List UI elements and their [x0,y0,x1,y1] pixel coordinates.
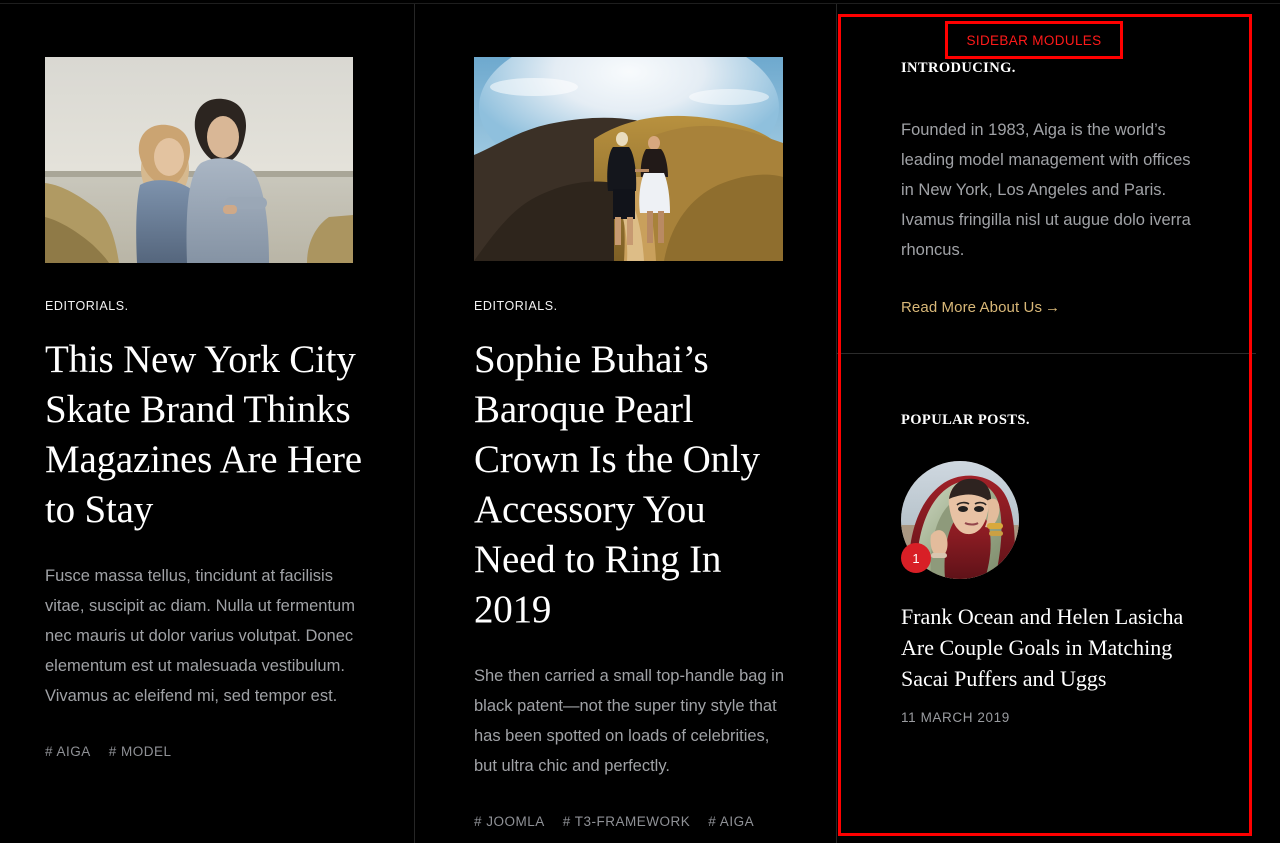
module-body-introducing: Founded in 1983, Aiga is the world’s lea… [901,121,1191,259]
read-more-about-us-link[interactable]: Read More About Us → [901,299,1060,316]
article-category-2[interactable]: EDITORIALS. [474,299,796,313]
avatar-wrap: 1 [901,461,1019,579]
popular-post-date: 11 MARCH 2019 [901,710,1010,725]
article-thumbnail-1[interactable] [45,57,353,263]
module-heading-popular-posts: POPULAR POSTS. [901,412,1030,428]
hillside-couple-photo [474,57,783,261]
article-tags-1: # AIGA # MODEL [45,744,369,759]
article-tags-2: # JOOMLA # T3-FRAMEWORK # AIGA [474,814,796,829]
tag[interactable]: # MODEL [109,744,172,759]
module-heading-introducing: INTRODUCING. [901,60,1016,76]
read-more-label: Read More About Us [901,299,1043,316]
tag[interactable]: # T3-FRAMEWORK [563,814,691,829]
lake-couple-photo [45,57,353,263]
article-column-2: EDITORIALS. Sophie Buhai’s Baroque Pearl… [414,4,836,843]
article-excerpt-2: She then carried a small top-handle bag … [474,667,785,775]
popular-post-item[interactable]: 1 Frank Ocean and Helen Lasicha Are Coup… [901,461,1192,725]
rank-badge: 1 [901,543,931,573]
tag[interactable]: # JOOMLA [474,814,545,829]
article-title-1[interactable]: This New York City Skate Brand Thinks Ma… [45,335,369,535]
arrow-right-icon: → [1045,299,1061,316]
article-excerpt-1: Fusce massa tellus, tincidunt at facilis… [45,567,355,705]
sidebar: INTRODUCING. Founded in 1983, Aiga is th… [836,4,1256,843]
sidebar-module-popular-posts: POPULAR POSTS. 1 Frank Ocean and Helen L… [837,353,1256,725]
article-category-1[interactable]: EDITORIALS. [45,299,369,313]
popular-post-title[interactable]: Frank Ocean and Helen Lasicha Are Couple… [901,601,1192,694]
tag[interactable]: # AIGA [45,744,91,759]
annotation-label: SIDEBAR MODULES [945,21,1123,59]
article-thumbnail-2[interactable] [474,57,783,261]
article-title-2[interactable]: Sophie Buhai’s Baroque Pearl Crown Is th… [474,335,796,635]
tag[interactable]: # AIGA [708,814,754,829]
page-root: EDITORIALS. This New York City Skate Bra… [0,0,1280,843]
article-column-1: EDITORIALS. This New York City Skate Bra… [0,4,414,843]
